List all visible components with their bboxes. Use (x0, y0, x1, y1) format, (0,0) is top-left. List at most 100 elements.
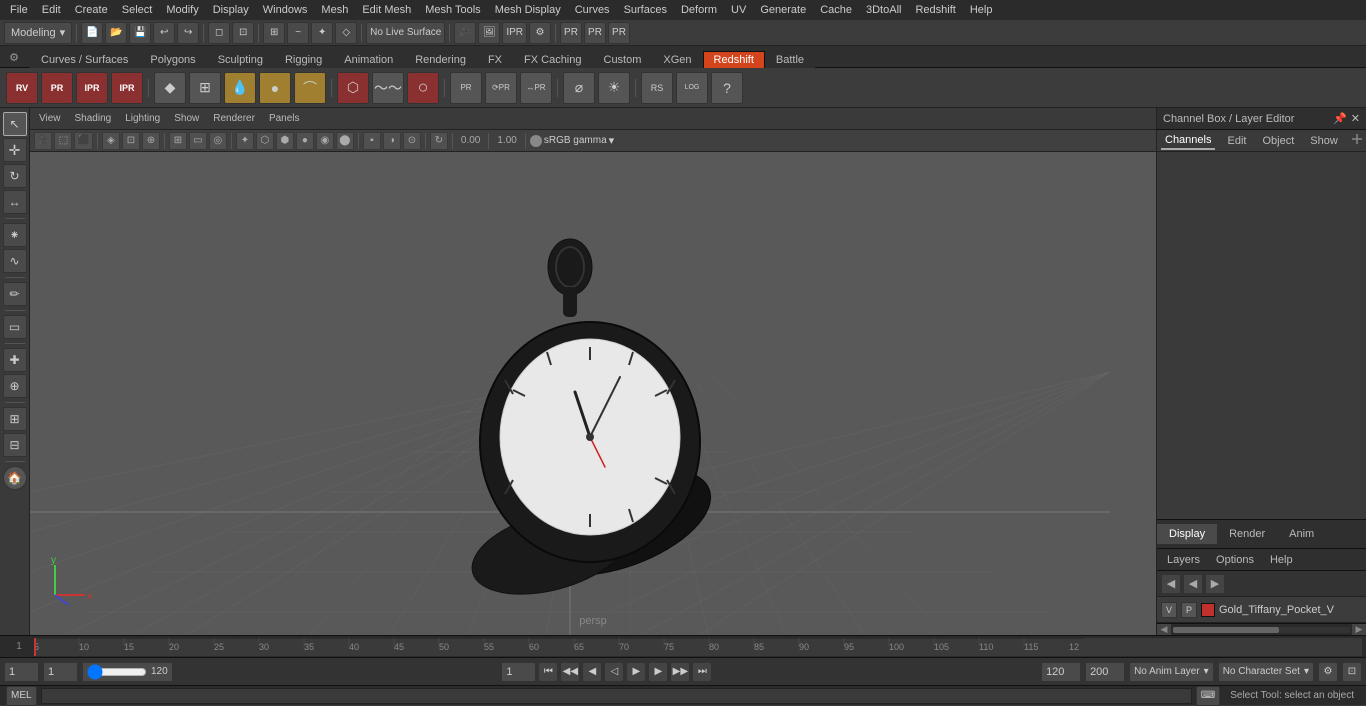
keyboard-btn[interactable]: ⌨ (1196, 686, 1220, 706)
shelf-icon-diamond[interactable]: ◆ (154, 72, 186, 104)
rp-tab-object[interactable]: Object (1258, 133, 1298, 149)
shelf-icon-sun[interactable]: ☀ (598, 72, 630, 104)
shelf-tab-polygons[interactable]: Polygons (139, 51, 206, 68)
layer-menu-layers[interactable]: Layers (1163, 553, 1204, 567)
shelf-tab-redshift[interactable]: Redshift (703, 51, 765, 68)
vt-wire[interactable]: ⬢ (276, 132, 294, 150)
pr-btn[interactable]: PR (560, 22, 582, 44)
menu-deform[interactable]: Deform (675, 3, 723, 17)
frame-range-widget[interactable]: 120 (82, 662, 173, 682)
shelf-icon-sphere[interactable]: ● (259, 72, 291, 104)
shelf-tab-rendering[interactable]: Rendering (404, 51, 477, 68)
snap-point-btn[interactable]: ✦ (311, 22, 333, 44)
lasso-tool[interactable]: ∿ (3, 249, 27, 273)
save-scene-btn[interactable]: 💾 (129, 22, 151, 44)
vt-textured[interactable]: ◉ (316, 132, 334, 150)
vt-xray[interactable]: ✦ (236, 132, 254, 150)
shelf-icon-pr[interactable]: PR (41, 72, 73, 104)
shelf-icon-bump[interactable]: ⌒ (294, 72, 326, 104)
prev-keyframe-btn[interactable]: ◀◀ (560, 662, 580, 682)
viewport-panels-menu[interactable]: Panels (264, 112, 305, 125)
snap-grid-btn[interactable]: ⊞ (263, 22, 285, 44)
layer-add-btn[interactable]: ◀ (1161, 574, 1181, 594)
rect-marquee[interactable]: ▭ (3, 315, 27, 339)
shelf-icon-log[interactable]: LOG (676, 72, 708, 104)
next-keyframe-btn[interactable]: ▶▶ (670, 662, 690, 682)
char-set-dropdown[interactable]: No Character Set ▾ (1218, 662, 1314, 682)
layer-prev-btn[interactable]: ◀ (1183, 574, 1203, 594)
vt-isolate[interactable]: ◎ (209, 132, 227, 150)
shelf-tab-xgen[interactable]: XGen (652, 51, 702, 68)
vt-dof[interactable]: ⊙ (403, 132, 421, 150)
end-frame-input[interactable] (1041, 662, 1081, 682)
vt-rotate[interactable]: ↻ (430, 132, 448, 150)
timeline-ruler[interactable]: 5 10 15 20 25 30 35 40 45 50 55 60 65 70… (34, 638, 1362, 656)
viewport-lighting-menu[interactable]: Lighting (120, 112, 165, 125)
next-frame-btn[interactable]: ▶ (648, 662, 668, 682)
lasso-tool-btn[interactable]: ⊡ (232, 22, 254, 44)
scroll-track[interactable] (1173, 627, 1350, 633)
menu-mesh-tools[interactable]: Mesh Tools (419, 3, 486, 17)
menu-surfaces[interactable]: Surfaces (618, 3, 673, 17)
vt-snap[interactable]: ⊕ (142, 132, 160, 150)
frame-start-input[interactable] (43, 662, 78, 682)
command-input[interactable] (41, 688, 1192, 704)
snap-surface-btn[interactable]: ◇ (335, 22, 357, 44)
soft-select-tool[interactable]: ⁕ (3, 223, 27, 247)
scroll-thumb[interactable] (1173, 627, 1279, 633)
open-scene-btn[interactable]: 📂 (105, 22, 127, 44)
layer-visibility[interactable]: V (1161, 602, 1177, 618)
vt-filmgate[interactable]: ⬚ (54, 132, 72, 150)
shelf-icon-pr-text[interactable]: PR (450, 72, 482, 104)
shelf-tab-animation[interactable]: Animation (333, 51, 404, 68)
scroll-right-btn[interactable]: ▶ (1352, 624, 1366, 636)
shelf-icon-dome[interactable]: ⌀ (563, 72, 595, 104)
scroll-left-btn[interactable]: ◀ (1157, 624, 1171, 636)
play-backward-btn[interactable]: ◁ (604, 662, 624, 682)
shelf-icon-rs[interactable]: RS (641, 72, 673, 104)
menu-help[interactable]: Help (964, 3, 999, 17)
shelf-icon-ipr[interactable]: IPR (76, 72, 108, 104)
undo-btn[interactable]: ↩ (153, 22, 175, 44)
panel-btn[interactable]: ⊟ (3, 433, 27, 457)
menu-modify[interactable]: Modify (160, 3, 204, 17)
menu-display[interactable]: Display (207, 3, 255, 17)
render-btn[interactable]: 🖼 (478, 22, 500, 44)
redo-btn[interactable]: ↪ (177, 22, 199, 44)
layer-menu-help[interactable]: Help (1266, 553, 1297, 567)
play-start-btn[interactable]: ⏮ (538, 662, 558, 682)
vt-grid[interactable]: ⊞ (169, 132, 187, 150)
paint-tool[interactable]: ✏ (3, 282, 27, 306)
right-panel-close[interactable]: ✕ (1351, 112, 1360, 125)
show-grid[interactable]: ⊞ (3, 407, 27, 431)
menu-file[interactable]: File (4, 3, 34, 17)
vt-camera[interactable]: 🎥 (34, 132, 52, 150)
vt-smooth[interactable]: ⬡ (256, 132, 274, 150)
menu-redshift[interactable]: Redshift (909, 3, 961, 17)
rp-collapse-icon[interactable] (1350, 132, 1364, 149)
char-set-options[interactable]: ⚙ (1318, 662, 1338, 682)
move-tool[interactable]: ✛ (3, 138, 27, 162)
menu-curves[interactable]: Curves (569, 3, 616, 17)
vt-gate2[interactable]: ⬛ (74, 132, 92, 150)
vt-shadows[interactable]: ▪ (363, 132, 381, 150)
rp-tab-show[interactable]: Show (1306, 133, 1342, 149)
play-forward-btn[interactable]: ▶ (626, 662, 646, 682)
menu-uv[interactable]: UV (725, 3, 752, 17)
menu-cache[interactable]: Cache (814, 3, 858, 17)
rp-btab-anim[interactable]: Anim (1277, 524, 1326, 544)
layer-next-btn[interactable]: ▶ (1205, 574, 1225, 594)
vt-all[interactable]: ⬤ (336, 132, 354, 150)
mode-dropdown[interactable]: Modeling ▾ (4, 22, 72, 44)
menu-select[interactable]: Select (116, 3, 159, 17)
ipr-btn[interactable]: IPR (502, 22, 527, 44)
vt-component[interactable]: ⊡ (122, 132, 140, 150)
shelf-icon-torus[interactable]: ○ (407, 72, 439, 104)
shelf-tab-sculpting[interactable]: Sculpting (207, 51, 274, 68)
vt-ao[interactable]: ◑ (383, 132, 401, 150)
snap-curve-btn[interactable]: ~ (287, 22, 309, 44)
rotate-tool[interactable]: ↻ (3, 164, 27, 188)
shelf-gear-icon[interactable]: ⚙ (4, 47, 24, 67)
play-end-btn[interactable]: ⏭ (692, 662, 712, 682)
rp-btab-display[interactable]: Display (1157, 524, 1217, 544)
